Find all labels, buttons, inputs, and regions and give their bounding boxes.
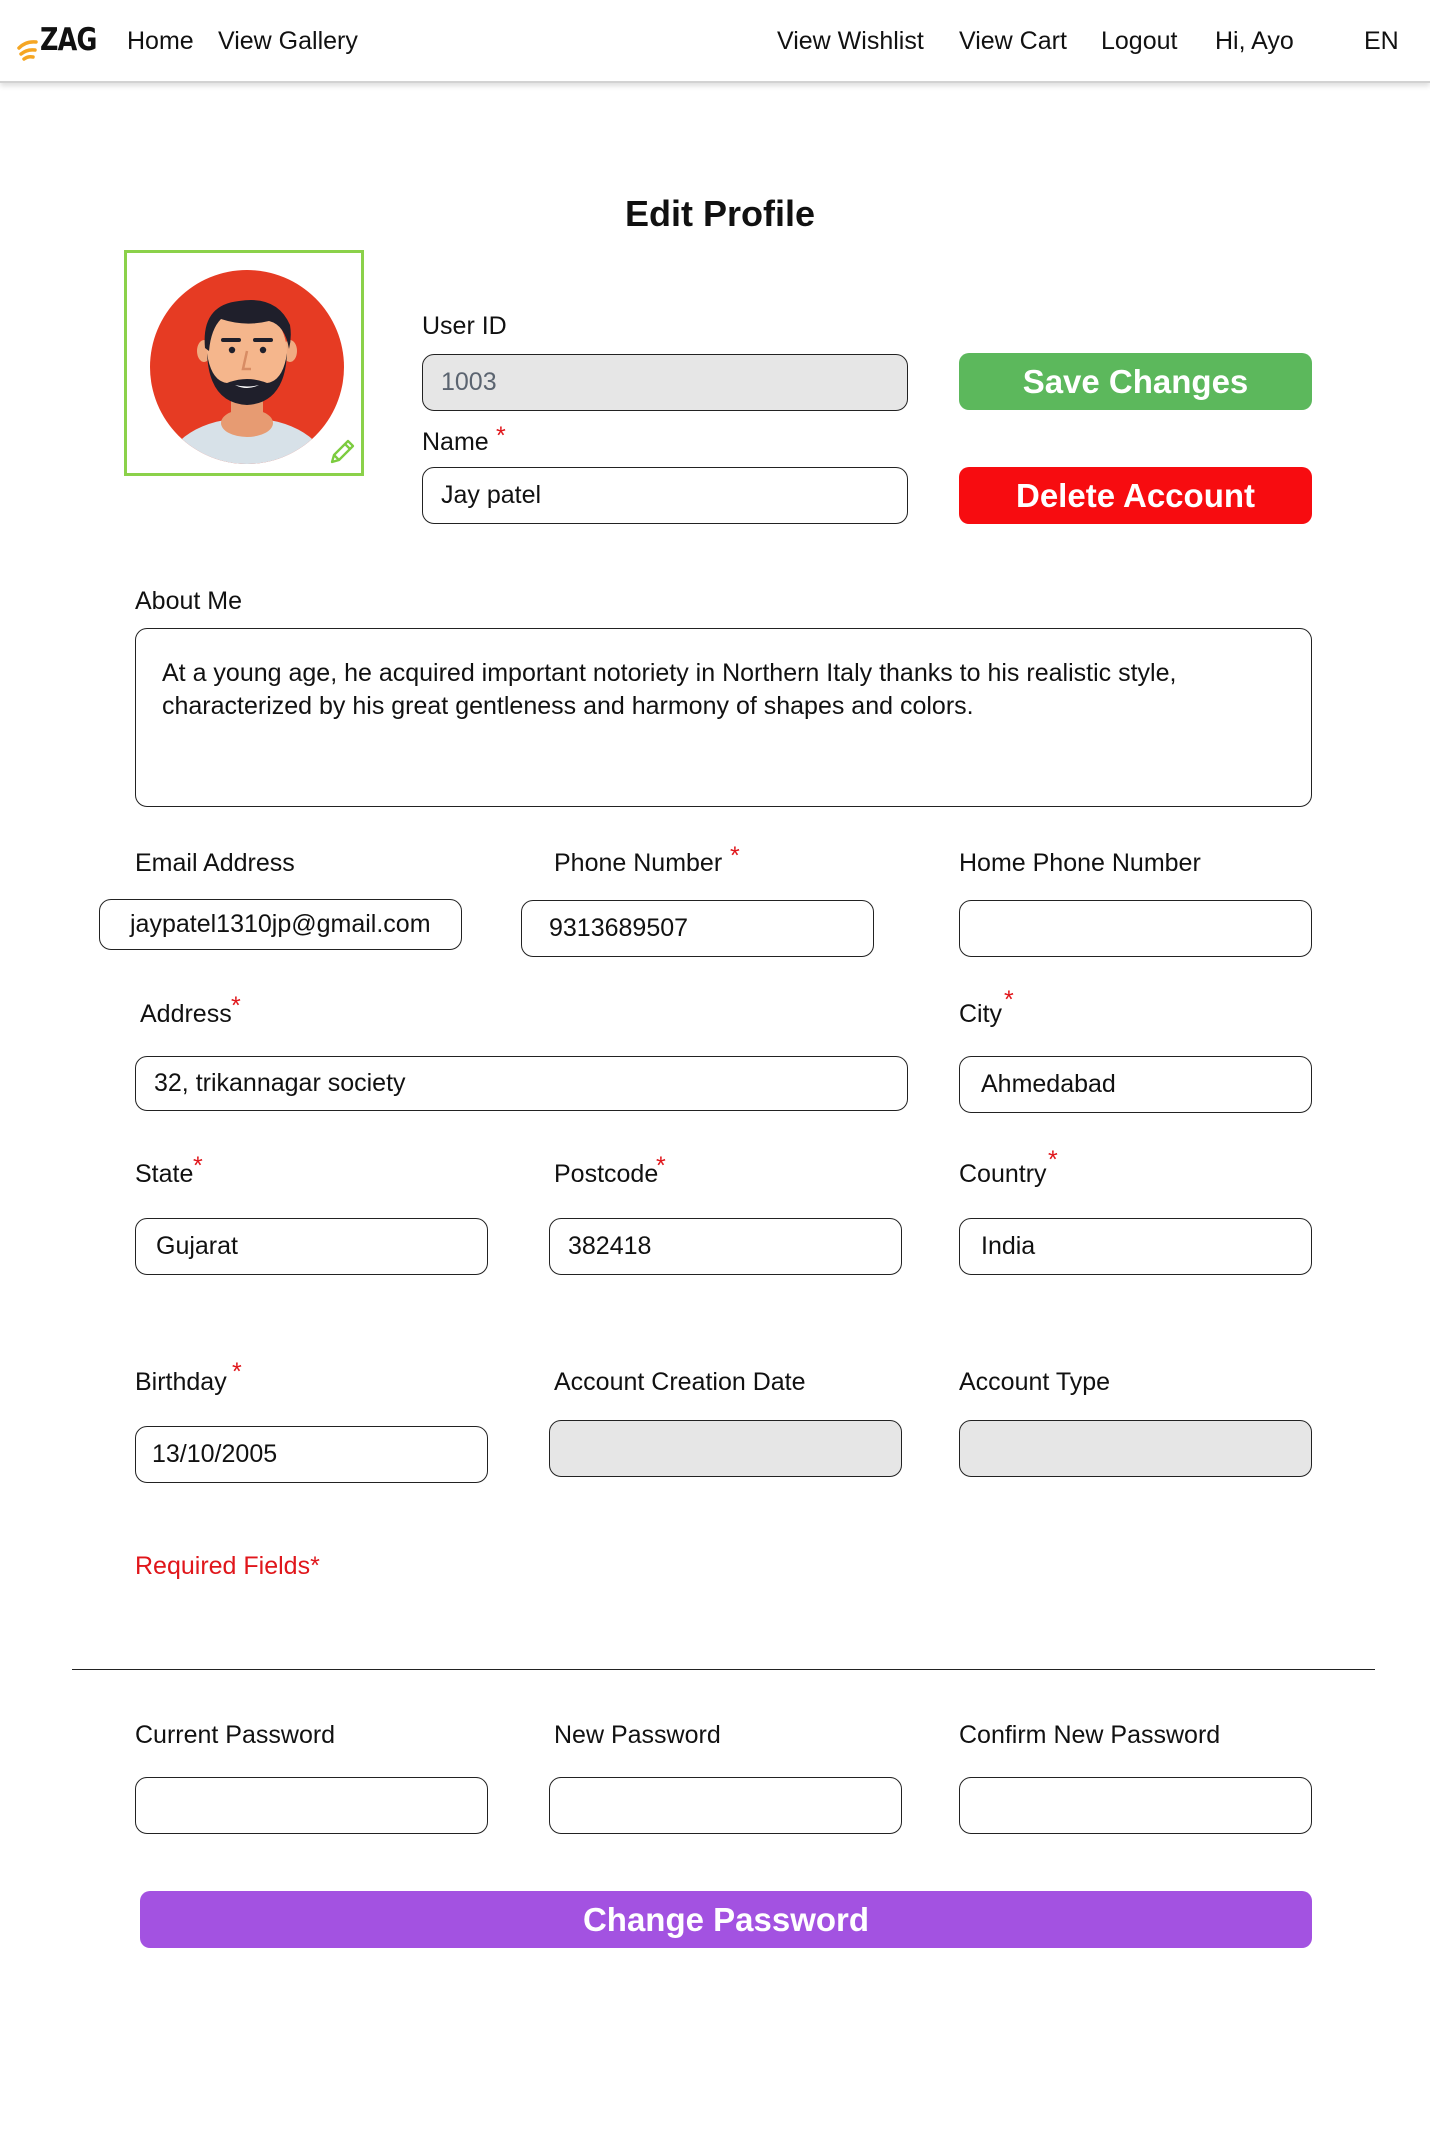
brand-logo[interactable]: ZAG [40, 22, 97, 58]
postcode-required-mark: * [656, 1152, 666, 1180]
state-input[interactable]: Gujarat [135, 1218, 488, 1275]
email-input[interactable]: jaypatel1310jp@gmail.com [99, 899, 462, 950]
birthday-required-mark: * [232, 1358, 242, 1386]
email-label: Email Address [135, 849, 295, 877]
confirm-password-input[interactable] [959, 1777, 1312, 1834]
phone-input[interactable]: 9313689507 [521, 900, 874, 957]
page-title: Edit Profile [624, 193, 816, 234]
postcode-label: Postcode [554, 1160, 659, 1188]
nav-view-wishlist-link[interactable]: View Wishlist [777, 27, 924, 56]
account-creation-date-label: Account Creation Date [554, 1368, 806, 1396]
confirm-password-label: Confirm New Password [959, 1721, 1221, 1749]
address-label: Address [140, 1000, 232, 1028]
user-id-field: 1003 [422, 354, 908, 411]
account-creation-date-field [549, 1420, 902, 1477]
country-label: Country [959, 1160, 1047, 1188]
country-input[interactable]: India [959, 1218, 1312, 1275]
birthday-label: Birthday [135, 1368, 227, 1396]
edit-pencil-icon[interactable] [326, 436, 358, 468]
phone-label: Phone Number [554, 849, 723, 877]
new-password-label: New Password [554, 1721, 721, 1749]
about-me-label: About Me [135, 587, 243, 615]
state-required-mark: * [193, 1152, 203, 1180]
city-label: City [959, 1000, 1003, 1028]
phone-required-mark: * [730, 842, 740, 870]
name-required-mark: * [496, 422, 506, 450]
nav-logout-link[interactable]: Logout [1101, 27, 1177, 56]
city-input[interactable]: Ahmedabad [959, 1056, 1312, 1113]
nav-home-link[interactable]: Home [127, 27, 194, 56]
about-me-textarea[interactable]: At a young age, he acquired important no… [135, 628, 1312, 807]
save-changes-button[interactable]: Save Changes [959, 353, 1312, 410]
nav-view-gallery-link[interactable]: View Gallery [218, 27, 358, 56]
address-input[interactable]: 32, trikannagar society [135, 1056, 908, 1111]
current-password-input[interactable] [135, 1777, 488, 1834]
delete-account-button[interactable]: Delete Account [959, 467, 1312, 524]
nav-view-cart-link[interactable]: View Cart [959, 27, 1067, 56]
user-id-label: User ID [422, 312, 507, 340]
country-required-mark: * [1048, 1146, 1058, 1174]
name-label: Name [422, 428, 489, 456]
city-required-mark: * [1004, 986, 1014, 1014]
change-password-button[interactable]: Change Password [140, 1891, 1312, 1948]
home-phone-input[interactable] [959, 900, 1312, 957]
name-input[interactable]: Jay patel [422, 467, 908, 524]
section-divider [72, 1669, 1375, 1670]
account-type-field [959, 1420, 1312, 1477]
address-required-mark: * [231, 992, 241, 1020]
nav-user-greeting[interactable]: Hi, Ayo [1215, 27, 1294, 56]
account-type-label: Account Type [959, 1368, 1111, 1396]
state-label: State [135, 1160, 194, 1188]
required-fields-note: Required Fields* [135, 1552, 320, 1580]
new-password-input[interactable] [549, 1777, 902, 1834]
birthday-input[interactable]: 13/10/2005 [135, 1426, 488, 1483]
language-selector[interactable]: EN [1364, 27, 1399, 56]
postcode-input[interactable]: 382418 [549, 1218, 902, 1275]
home-phone-label: Home Phone Number [959, 849, 1201, 877]
current-password-label: Current Password [135, 1721, 336, 1749]
top-navbar: ZAG Home View Gallery View Wishlist View… [0, 0, 1430, 83]
